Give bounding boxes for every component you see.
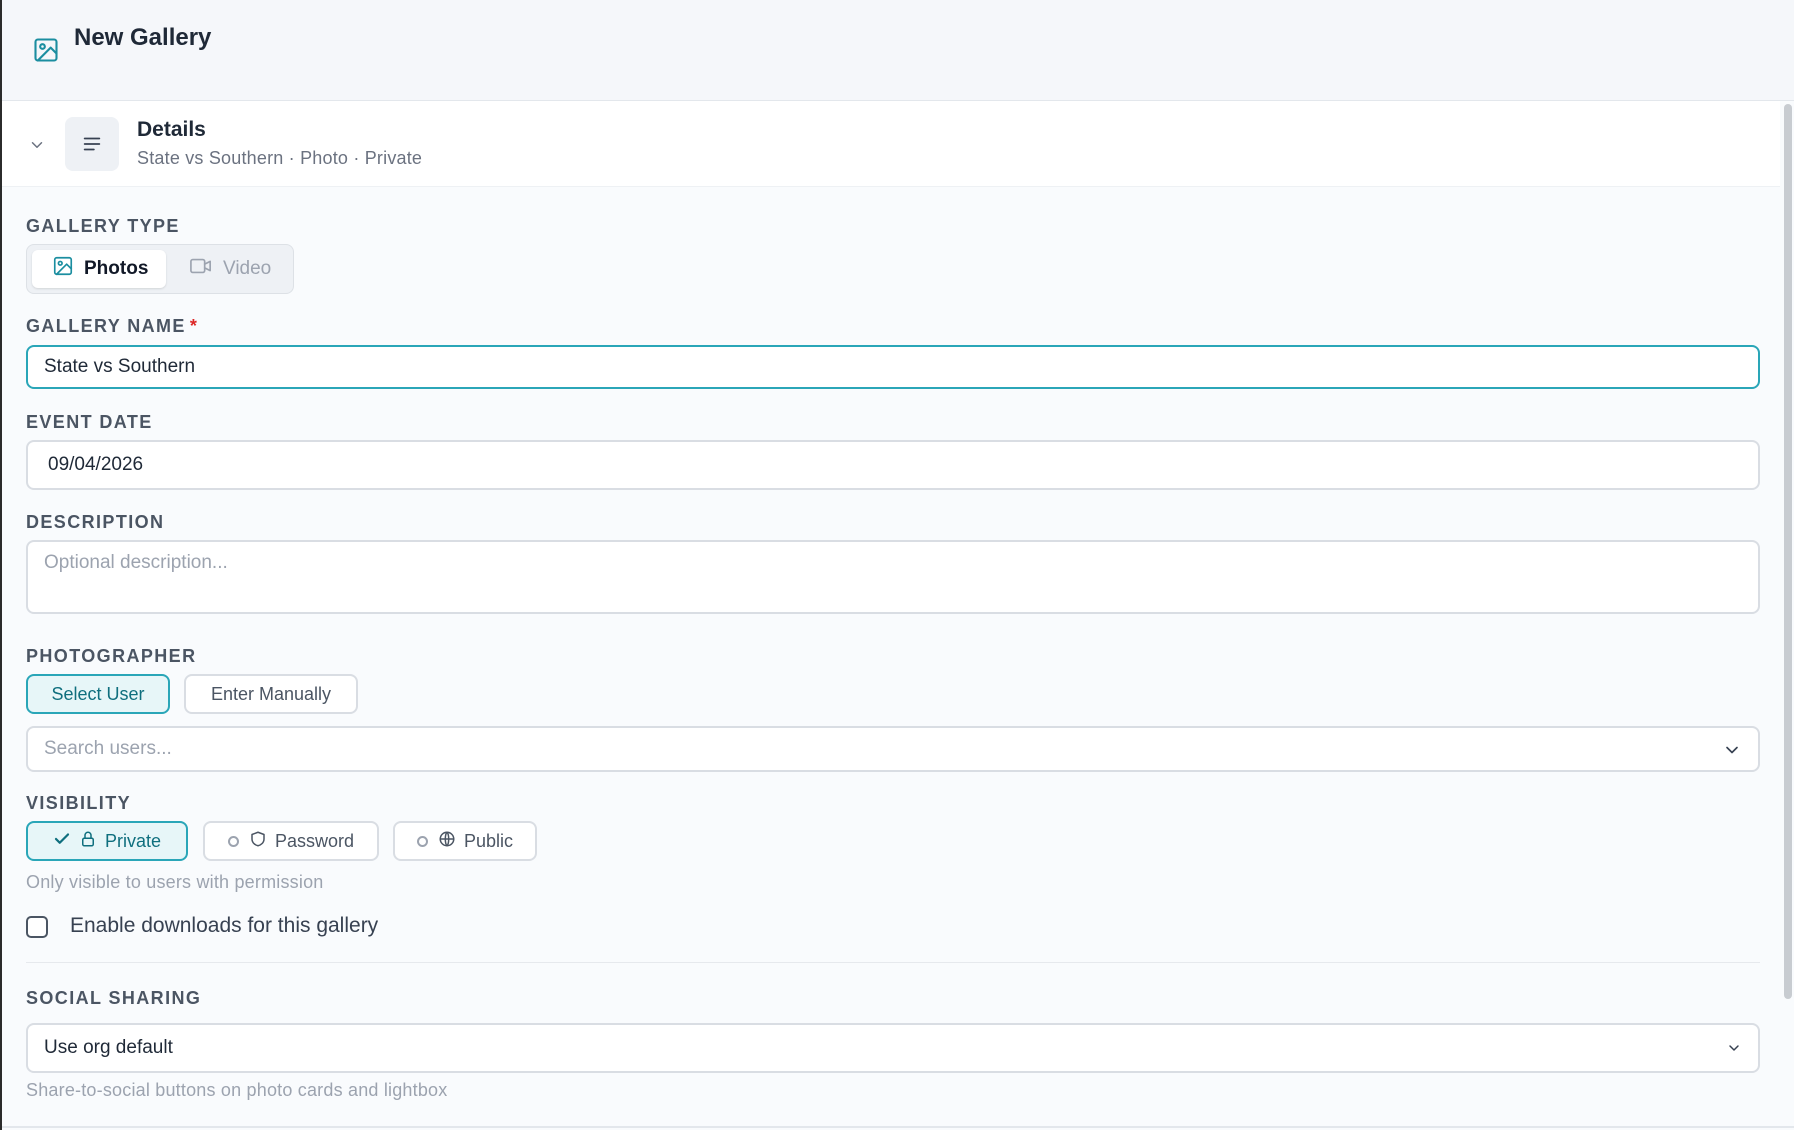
align-left-icon	[65, 117, 119, 171]
chevron-down-icon	[1726, 1040, 1742, 1062]
image-icon	[52, 255, 84, 283]
radio-dot-icon	[416, 835, 428, 847]
section-divider	[26, 962, 1760, 963]
globe-icon	[438, 830, 464, 853]
event-date-input[interactable]: 09/04/2026	[26, 440, 1760, 490]
image-icon	[32, 36, 60, 64]
select-user-label: Select User	[51, 683, 145, 704]
enter-manually-label: Enter Manually	[210, 683, 332, 704]
social-sharing-value: Use org default	[44, 1037, 173, 1058]
section-divider	[2, 1126, 1794, 1128]
visibility-password-option[interactable]: Password	[203, 821, 379, 861]
shield-icon	[249, 830, 275, 853]
social-sharing-label: SOCIAL SHARING	[26, 988, 202, 1008]
gallery-name-label-text: GALLERY NAME	[26, 316, 186, 336]
enable-downloads-checkbox[interactable]	[26, 916, 48, 938]
details-title: Details	[137, 118, 206, 141]
check-icon	[53, 830, 79, 853]
gallery-name-value: State vs Southern	[44, 356, 196, 377]
page-header: New Gallery	[2, 0, 1794, 101]
gallery-name-label: GALLERY NAME *	[26, 316, 198, 337]
radio-dot-icon	[227, 835, 239, 847]
description-label: DESCRIPTION	[26, 512, 165, 532]
visibility-private-option[interactable]: Private	[26, 821, 188, 861]
gallery-name-input[interactable]: State vs Southern	[26, 345, 1760, 389]
scrollbar[interactable]	[1784, 104, 1792, 999]
event-date-value: 09/04/2026	[48, 454, 144, 475]
details-section-header[interactable]: Details State vs Southern · Photo · Priv…	[2, 101, 1780, 187]
gallery-type-toggle: Photos Video	[26, 244, 294, 294]
page-title: New Gallery	[74, 24, 212, 51]
visibility-private-label: Private	[104, 830, 162, 851]
social-sharing-select[interactable]: Use org default	[26, 1023, 1760, 1073]
select-user-button[interactable]: Select User	[26, 674, 170, 714]
search-users-placeholder: Search users...	[44, 738, 172, 759]
chevron-down-icon[interactable]	[28, 136, 46, 154]
visibility-helper-text: Only visible to users with permission	[26, 872, 324, 892]
enable-downloads-label[interactable]: Enable downloads for this gallery	[70, 914, 378, 938]
description-textarea[interactable]: Optional description...	[26, 540, 1760, 614]
visibility-public-label: Public	[463, 830, 514, 851]
event-date-label: EVENT DATE	[26, 412, 153, 432]
visibility-public-option[interactable]: Public	[393, 821, 537, 861]
social-sharing-helper-text: Share-to-social buttons on photo cards a…	[26, 1080, 448, 1100]
photographer-label: PHOTOGRAPHER	[26, 646, 197, 666]
gallery-type-video-label: Video	[223, 258, 272, 279]
enter-manually-button[interactable]: Enter Manually	[184, 674, 358, 714]
gallery-window: New Gallery Details State vs Southern · …	[2, 0, 1794, 1130]
visibility-label: VISIBILITY	[26, 793, 132, 813]
visibility-password-label: Password	[274, 830, 355, 851]
required-mark: *	[189, 316, 199, 336]
gallery-type-video[interactable]: Video	[173, 250, 289, 288]
video-icon	[189, 255, 223, 283]
description-placeholder: Optional description...	[44, 552, 228, 573]
details-summary: State vs Southern · Photo · Private	[137, 148, 423, 168]
lock-icon	[79, 830, 105, 853]
gallery-type-photos-label: Photos	[84, 258, 149, 279]
search-users-select[interactable]: Search users...	[26, 726, 1760, 772]
gallery-type-photos[interactable]: Photos	[32, 250, 166, 288]
chevron-down-icon	[1722, 740, 1742, 766]
gallery-type-label: GALLERY TYPE	[26, 216, 180, 236]
